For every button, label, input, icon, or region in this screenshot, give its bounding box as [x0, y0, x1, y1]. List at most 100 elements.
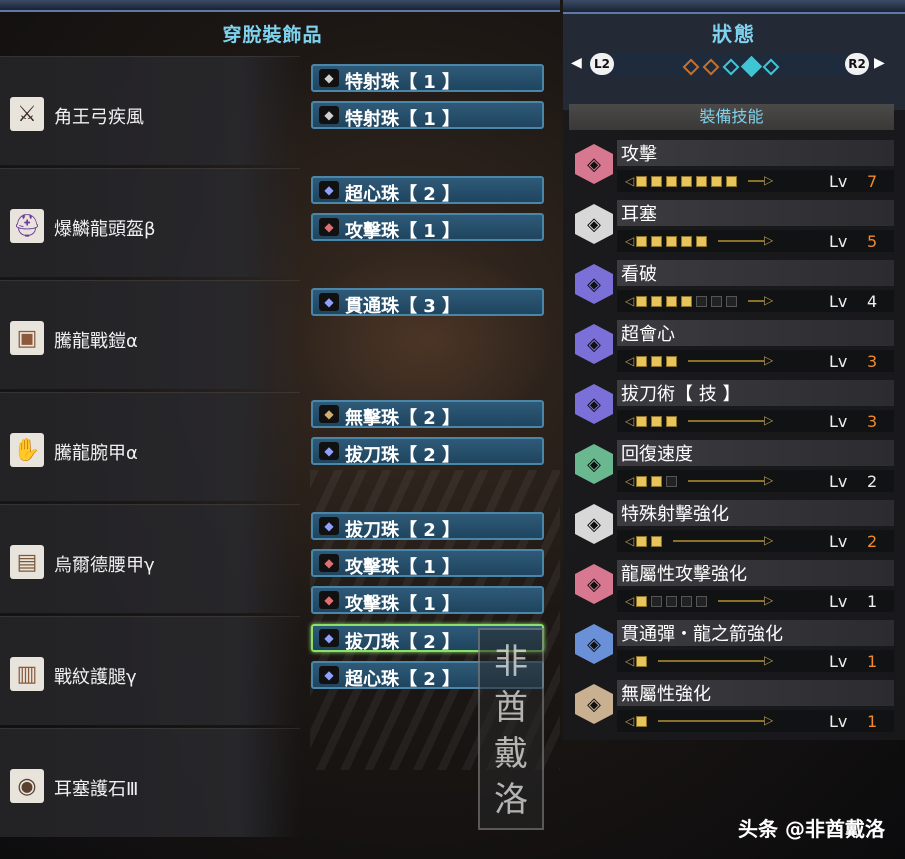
skill-bar-line: [718, 600, 764, 602]
equipment-row[interactable]: ✋ 騰龍腕甲α: [0, 392, 300, 501]
level-pip-filled: [696, 175, 708, 187]
level-pip-filled: [636, 235, 648, 247]
bar-start-icon: ◁: [625, 474, 635, 488]
skill-row[interactable]: ◈ 看破 ◁ ▷ Lv 4: [569, 260, 894, 316]
decoration-slot[interactable]: ◆ 無擊珠【 2 】: [311, 400, 544, 429]
decoration-jewel-icon: ◆: [319, 293, 339, 311]
skill-row[interactable]: ◈ 回復速度 ◁ ▷ Lv 2: [569, 440, 894, 496]
skill-name: 拔刀術【 技 】: [621, 384, 741, 405]
equipment-row[interactable]: ▣ 騰龍戰鎧α: [0, 280, 300, 389]
level-pip-filled: [636, 595, 648, 607]
level-label: Lv: [829, 532, 848, 551]
level-pip-filled: [636, 415, 648, 427]
level-pip-filled: [636, 715, 648, 727]
skill-bar-line: [688, 420, 764, 422]
left-panel-title: 穿脫裝飾品: [222, 24, 323, 46]
decoration-jewel-icon: ◆: [319, 181, 339, 199]
decoration-slot[interactable]: ◆ 攻擊珠【 1 】: [311, 586, 544, 615]
skill-level-bar: ◁: [623, 534, 666, 548]
decoration-jewel-icon: ◆: [319, 442, 339, 460]
level-pip-filled: [666, 175, 678, 187]
watermark-stamp: 非 酋 戴 洛: [478, 628, 544, 830]
decoration-slot[interactable]: ◆ 超心珠【 2 】: [311, 176, 544, 205]
skill-row[interactable]: ◈ 攻擊 ◁ ▷ Lv 7: [569, 140, 894, 196]
equipment-row[interactable]: ▤ 烏爾德腰甲γ: [0, 504, 300, 613]
decoration-slot[interactable]: ◆ 貫通珠【 3 】: [311, 288, 544, 317]
skill-name: 看破: [621, 264, 657, 285]
equipment-row[interactable]: ▥ 戰紋護腿γ: [0, 616, 300, 725]
level-value: 3: [867, 412, 878, 431]
decoration-name: 攻擊珠【 1 】: [345, 594, 461, 615]
bar-end-icon: ▷: [764, 593, 774, 607]
bar-end-icon: ▷: [764, 293, 774, 307]
level-pip-empty: [711, 295, 723, 307]
level-pip-empty: [666, 475, 678, 487]
decoration-jewel-icon: ◆: [319, 591, 339, 609]
skill-jewel-icon: ◈: [575, 444, 613, 484]
skill-row[interactable]: ◈ 貫通彈・龍之箭強化 ◁ ▷ Lv 1: [569, 620, 894, 676]
skill-jewel-icon: ◈: [575, 624, 613, 664]
decoration-slot[interactable]: ◆ 攻擊珠【 1 】: [311, 213, 544, 242]
level-pip-empty: [726, 295, 738, 307]
watermark-char: 非: [494, 642, 528, 682]
skill-name-bg: [617, 260, 894, 286]
decoration-jewel-icon: ◆: [319, 69, 339, 87]
level-pip-filled: [651, 535, 663, 547]
skill-level-bar: ◁: [623, 354, 681, 368]
decoration-name: 貫通珠【 3 】: [345, 296, 461, 317]
skill-row[interactable]: ◈ 耳塞 ◁ ▷ Lv 5: [569, 200, 894, 256]
decoration-slot[interactable]: ◆ 攻擊珠【 1 】: [311, 549, 544, 578]
level-value: 1: [867, 712, 878, 731]
decoration-slot[interactable]: ◆ 特射珠【 1 】: [311, 64, 544, 93]
level-pip-filled: [651, 175, 663, 187]
decoration-name: 特射珠【 1 】: [345, 109, 461, 130]
skill-level-bar: ◁: [623, 654, 651, 668]
level-value: 1: [867, 652, 878, 671]
level-label: Lv: [829, 412, 848, 431]
skill-row[interactable]: ◈ 無屬性強化 ◁ ▷ Lv 1: [569, 680, 894, 736]
arrow-left-icon[interactable]: ◀: [571, 55, 582, 71]
equipment-name: 烏爾德腰甲γ: [54, 555, 155, 576]
decoration-jewel-icon: ◆: [319, 666, 339, 684]
equipment-name: 騰龍腕甲α: [54, 443, 138, 464]
equipment-name: 耳塞護石Ⅲ: [54, 779, 139, 800]
level-pip-filled: [666, 295, 678, 307]
decoration-slot[interactable]: ◆ 拔刀珠【 2 】: [311, 437, 544, 466]
bar-end-icon: ▷: [764, 713, 774, 727]
decoration-name: 拔刀珠【 2 】: [345, 445, 461, 466]
level-pip-filled: [636, 655, 648, 667]
skill-name: 龍屬性攻擊強化: [621, 564, 747, 585]
charm-icon: ◉: [10, 769, 44, 803]
skill-level-bar: ◁: [623, 594, 711, 608]
skill-row[interactable]: ◈ 超會心 ◁ ▷ Lv 3: [569, 320, 894, 376]
level-pip-empty: [696, 595, 708, 607]
equipment-name: 爆鱗龍頭盔β: [54, 219, 156, 240]
skill-name-bg: [617, 200, 894, 226]
prev-page-button[interactable]: L2: [590, 53, 614, 75]
decoration-slot[interactable]: ◆ 特射珠【 1 】: [311, 101, 544, 130]
skill-jewel-icon: ◈: [575, 264, 613, 304]
skill-row[interactable]: ◈ 拔刀術【 技 】 ◁ ▷ Lv 3: [569, 380, 894, 436]
equipment-row[interactable]: ◉ 耳塞護石Ⅲ: [0, 728, 300, 837]
skill-bar-line: [658, 660, 764, 662]
skill-bar-line: [673, 540, 764, 542]
skill-row[interactable]: ◈ 特殊射擊強化 ◁ ▷ Lv 2: [569, 500, 894, 556]
skill-row[interactable]: ◈ 龍屬性攻擊強化 ◁ ▷ Lv 1: [569, 560, 894, 616]
decoration-slot[interactable]: ◆ 拔刀珠【 2 】: [311, 512, 544, 541]
level-pip-filled: [636, 475, 648, 487]
level-label: Lv: [829, 292, 848, 311]
arrow-right-icon[interactable]: ▶: [874, 55, 885, 71]
bar-start-icon: ◁: [625, 714, 635, 728]
source-credit: 头条 @非酋戴洛: [738, 817, 885, 841]
skill-jewel-icon: ◈: [575, 384, 613, 424]
skill-level-bar: ◁: [623, 294, 741, 308]
level-pip-filled: [726, 175, 738, 187]
next-page-button[interactable]: R2: [845, 53, 869, 75]
equipment-row[interactable]: ⛑ 爆鱗龍頭盔β: [0, 168, 300, 277]
equipment-name: 騰龍戰鎧α: [54, 331, 138, 352]
level-pip-filled: [666, 415, 678, 427]
skill-name: 貫通彈・龍之箭強化: [621, 624, 783, 645]
level-pip-filled: [651, 355, 663, 367]
equipment-row[interactable]: ⚔ 角王弓疾風: [0, 56, 300, 165]
level-value: 3: [867, 352, 878, 371]
